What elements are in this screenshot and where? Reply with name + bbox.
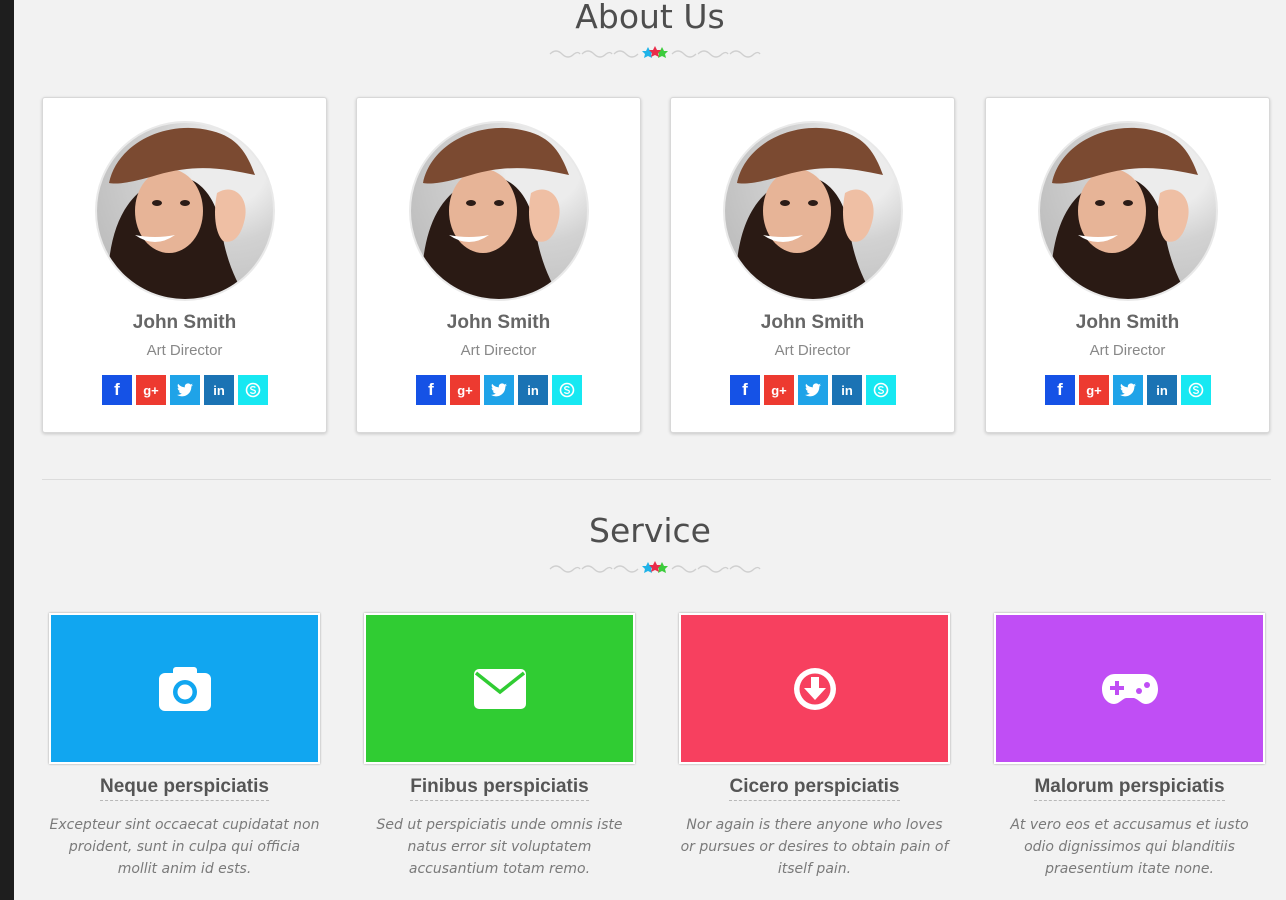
team-card: John Smith Art Director f g+ in bbox=[985, 97, 1270, 433]
avatar bbox=[95, 121, 275, 301]
member-role: Art Director bbox=[1089, 342, 1166, 359]
service-heading: Malorum perspiciatis bbox=[994, 776, 1265, 801]
service-description: At vero eos et accusamus et iusto odio d… bbox=[1010, 817, 1249, 877]
section-divider bbox=[42, 479, 1271, 480]
service-tile-camera[interactable] bbox=[49, 613, 320, 764]
member-name: John Smith bbox=[1075, 312, 1180, 333]
service-heading: Cicero perspiciatis bbox=[679, 776, 950, 801]
skype-icon[interactable] bbox=[238, 375, 268, 405]
google-plus-icon[interactable]: g+ bbox=[1079, 375, 1109, 405]
team-card: John Smith Art Director f g+ in bbox=[42, 97, 327, 433]
google-plus-icon[interactable]: g+ bbox=[136, 375, 166, 405]
twitter-icon[interactable] bbox=[798, 375, 828, 405]
linkedin-icon[interactable]: in bbox=[832, 375, 862, 405]
about-title: About Us bbox=[575, 0, 725, 36]
service-description: Nor again is there anyone who loves or p… bbox=[680, 817, 949, 877]
avatar bbox=[409, 121, 589, 301]
service-heading: Finibus perspiciatis bbox=[364, 776, 635, 801]
linkedin-icon[interactable]: in bbox=[518, 375, 548, 405]
service-description: Excepteur sint occaecat cupidatat non pr… bbox=[49, 817, 320, 877]
service-tile-mail[interactable] bbox=[364, 613, 635, 764]
member-name: John Smith bbox=[446, 312, 551, 333]
facebook-icon[interactable]: f bbox=[1045, 375, 1075, 405]
twitter-icon[interactable] bbox=[484, 375, 514, 405]
member-role: Art Director bbox=[460, 342, 537, 359]
skype-icon[interactable] bbox=[552, 375, 582, 405]
service-description: Sed ut perspiciatis unde omnis iste natu… bbox=[376, 817, 623, 877]
twitter-icon[interactable] bbox=[170, 375, 200, 405]
gamepad-icon bbox=[1101, 673, 1158, 704]
avatar bbox=[1038, 121, 1218, 301]
skype-icon[interactable] bbox=[866, 375, 896, 405]
skype-icon[interactable] bbox=[1181, 375, 1211, 405]
google-plus-icon[interactable]: g+ bbox=[450, 375, 480, 405]
twitter-icon[interactable] bbox=[1113, 375, 1143, 405]
service-divider-ornament bbox=[549, 561, 761, 573]
social-links: f g+ in bbox=[730, 375, 900, 405]
linkedin-icon[interactable]: in bbox=[204, 375, 234, 405]
linkedin-icon[interactable]: in bbox=[1147, 375, 1177, 405]
avatar bbox=[723, 121, 903, 301]
member-name: John Smith bbox=[132, 312, 237, 333]
about-divider-ornament bbox=[549, 46, 761, 58]
page-left-edge bbox=[0, 0, 14, 900]
facebook-icon[interactable]: f bbox=[416, 375, 446, 405]
member-role: Art Director bbox=[774, 342, 851, 359]
team-card: John Smith Art Director f g+ in bbox=[670, 97, 955, 433]
social-links: f g+ in bbox=[102, 375, 272, 405]
team-card: John Smith Art Director f g+ in bbox=[356, 97, 641, 433]
download-circle-icon bbox=[793, 667, 836, 710]
member-role: Art Director bbox=[146, 342, 223, 359]
envelope-icon bbox=[473, 668, 526, 709]
social-links: f g+ in bbox=[1045, 375, 1215, 405]
facebook-icon[interactable]: f bbox=[730, 375, 760, 405]
camera-icon bbox=[158, 666, 211, 711]
service-heading: Neque perspiciatis bbox=[49, 776, 320, 801]
service-tile-download[interactable] bbox=[679, 613, 950, 764]
social-links: f g+ in bbox=[416, 375, 586, 405]
google-plus-icon[interactable]: g+ bbox=[764, 375, 794, 405]
member-name: John Smith bbox=[760, 312, 865, 333]
service-title: Service bbox=[589, 511, 711, 550]
service-tile-gamepad[interactable] bbox=[994, 613, 1265, 764]
facebook-icon[interactable]: f bbox=[102, 375, 132, 405]
